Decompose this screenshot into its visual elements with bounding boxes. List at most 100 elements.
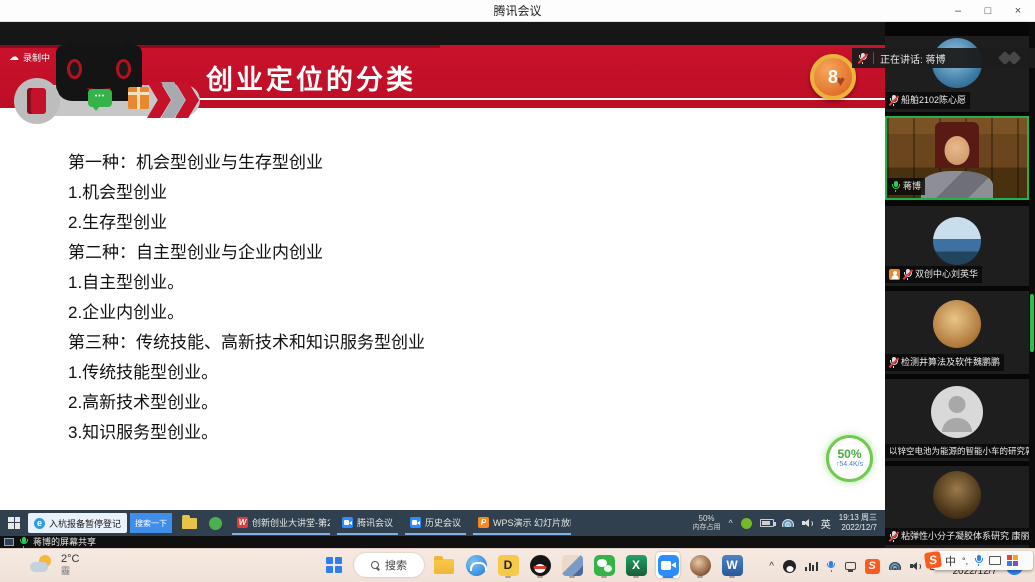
shared-taskbar-tray: 50% 内存占用 ^ 英 19:13 周三 2022/12/7	[693, 513, 885, 534]
participant-tile[interactable]: 以锌空电池为能源的智能小车的研究郭永...	[885, 379, 1029, 461]
mic-on-icon	[19, 537, 28, 548]
wifi-icon[interactable]	[782, 519, 794, 527]
start-button[interactable]	[8, 517, 21, 530]
screen-share-bar: 蒋博的屏幕共享	[0, 536, 885, 548]
participant-tile[interactable]: 双创中心刘英华	[885, 206, 1029, 286]
scrollbar-thumb[interactable]	[1030, 294, 1034, 352]
app-chat-avatar[interactable]	[560, 552, 584, 578]
app-d[interactable]	[496, 552, 520, 578]
browser-icon	[466, 555, 487, 576]
notebook-icon	[14, 78, 60, 124]
mic-muted-icon	[889, 531, 898, 542]
speaking-toast: 正在讲话: 蒋博	[852, 48, 1035, 68]
slide-text-line: 1.机会型创业	[68, 175, 885, 205]
sogou-toolbox-icon[interactable]	[1007, 555, 1018, 566]
participant-label: 粘弹性小分子凝胶体系研究 康丽丽	[885, 528, 1029, 545]
taskbar-search-box[interactable]: 搜索一下	[130, 513, 172, 533]
input-language-indicator[interactable]: 英	[821, 516, 831, 531]
antivirus-tray-icon[interactable]	[741, 518, 752, 529]
start-button[interactable]	[322, 552, 346, 578]
app-file-explorer[interactable]	[432, 552, 456, 578]
wps-presentation-icon	[478, 517, 489, 528]
punctuation-toggle[interactable]: °,	[962, 556, 968, 566]
excel-icon	[626, 555, 647, 576]
qq-icon	[530, 555, 551, 576]
tray-expand-icon[interactable]: ^	[729, 518, 733, 528]
voice-input-icon[interactable]	[974, 555, 983, 566]
sidebar-scrollbar[interactable]	[1029, 22, 1035, 548]
search-icon	[371, 561, 380, 570]
taskbar-search[interactable]: 搜索	[354, 553, 424, 577]
chat-bubble-icon: •••	[88, 89, 112, 107]
meeting-icon	[658, 555, 679, 576]
maximize-button[interactable]: □	[973, 0, 1003, 22]
participant-tile[interactable]: 粘弹性小分子凝胶体系研究 康丽丽	[885, 466, 1029, 548]
close-button[interactable]: ×	[1003, 0, 1033, 22]
minimize-button[interactable]: –	[943, 0, 973, 22]
search-label: 搜索	[385, 557, 407, 573]
app-browser[interactable]	[464, 552, 488, 578]
app-word[interactable]	[720, 552, 744, 578]
volume-icon[interactable]	[802, 519, 813, 528]
mic-muted-icon	[903, 269, 912, 280]
window-button-history-meeting[interactable]: 历史会议	[405, 511, 466, 535]
mic-on-icon	[891, 181, 900, 192]
mic-muted-icon	[889, 95, 898, 106]
slide-text-line: 第二种：自主型创业与企业内创业	[68, 235, 885, 265]
weather-icon	[30, 555, 54, 574]
volume-icon[interactable]	[910, 562, 921, 571]
window-button-wps-presentation[interactable]: WPS演示 幻灯片放映...	[473, 511, 571, 535]
avatar	[933, 217, 981, 265]
participants-panel: 船舶2102陈心愿 蒋博 双创中心刘英华	[885, 22, 1035, 548]
keyboard-icon[interactable]	[989, 556, 1001, 565]
default-avatar	[931, 386, 983, 438]
person-badge-icon	[889, 269, 900, 280]
participant-tile[interactable]: 检测井算法及软件魏鹏鹏	[885, 291, 1029, 374]
meeting-watermark-logo	[995, 51, 1029, 65]
tray-expand-icon[interactable]: ^	[769, 561, 774, 572]
network-speed-badge[interactable]: 50% ↑54.4K/s	[826, 435, 873, 482]
participant-label: 蒋博	[887, 178, 925, 195]
browser-app-icon[interactable]	[209, 517, 222, 530]
device-icon[interactable]	[845, 562, 856, 570]
weather-widget[interactable]: 2°C 霾	[30, 553, 79, 577]
weather-condition: 霾	[61, 566, 79, 577]
slide-text-line: 第三种：传统技能、高新技术和知识服务型创业	[68, 325, 885, 355]
share-label: 蒋博的屏幕共享	[33, 538, 96, 547]
number-badge: ♥8	[810, 54, 856, 100]
app-avatar-2[interactable]	[688, 552, 712, 578]
sogou-tray-icon[interactable]	[865, 559, 880, 574]
slide-text-line: 2.高新技术型创业。	[68, 385, 885, 415]
mic-muted-icon	[858, 53, 867, 64]
slide-header: ☁ 录制中 ••• 创业定位的分类 ♥8	[0, 45, 885, 108]
shared-clock[interactable]: 19:13 周三 2022/12/7	[839, 513, 877, 534]
app-qq[interactable]	[528, 552, 552, 578]
qq-tray-icon[interactable]	[783, 560, 796, 573]
avatar	[933, 300, 981, 348]
memory-usage[interactable]: 50% 内存占用	[693, 514, 721, 532]
audio-meter-icon[interactable]	[805, 562, 818, 571]
window-button-wps-writer[interactable]: 创新创业大讲堂-第22...	[232, 511, 330, 535]
avatar-icon	[690, 555, 711, 576]
battery-icon[interactable]	[760, 519, 774, 527]
wifi-icon[interactable]	[889, 562, 901, 570]
file-explorer-icon[interactable]	[182, 518, 197, 529]
participant-tile-speaking[interactable]: 蒋博	[885, 116, 1029, 200]
input-mode-chinese[interactable]: 中	[945, 553, 956, 569]
sogou-logo-icon[interactable]	[924, 551, 942, 569]
recording-label: 录制中	[23, 51, 50, 64]
ie-browser-button[interactable]: 入杭报备暂停登记	[28, 513, 127, 533]
word-icon	[722, 555, 743, 576]
tencent-meeting-window: 腾讯会议 – □ × ☁ 录制中 •••	[0, 0, 1035, 582]
slide-text-line: 1.传统技能型创业。	[68, 355, 885, 385]
window-button-meeting[interactable]: 腾讯会议	[337, 511, 398, 535]
app-tencent-meeting-active[interactable]	[656, 552, 680, 578]
recording-indicator: ☁ 录制中	[9, 51, 50, 64]
app-wechat[interactable]	[592, 552, 616, 578]
app-excel[interactable]	[624, 552, 648, 578]
ie-icon	[34, 518, 45, 529]
slide-title: 创业定位的分类	[206, 58, 416, 97]
microphone-tray-icon[interactable]	[827, 561, 836, 572]
sogou-input-bar[interactable]: 中 °,	[933, 551, 1033, 570]
gift-icon	[128, 87, 149, 109]
